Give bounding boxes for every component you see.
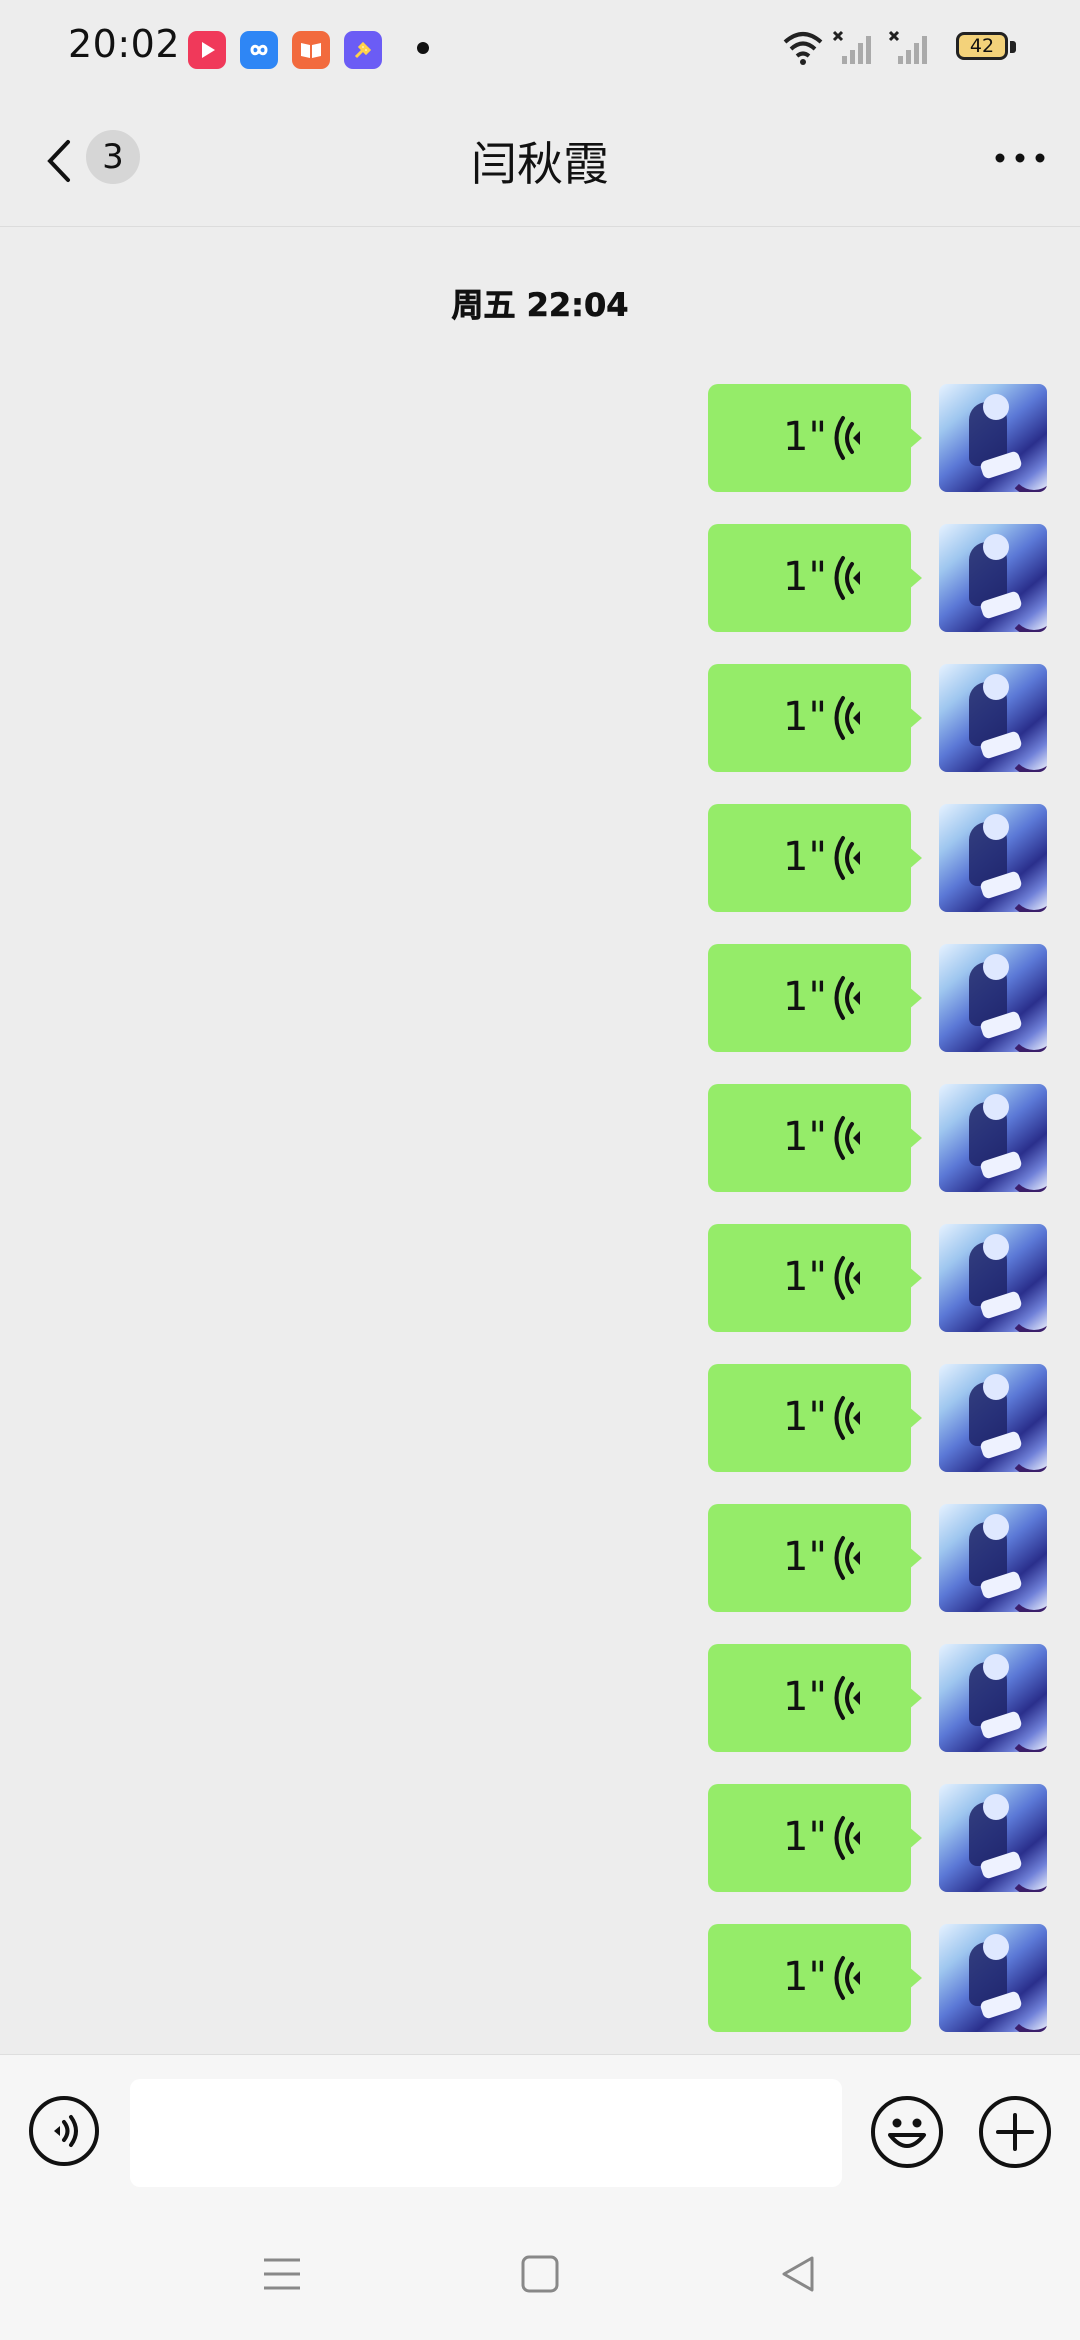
- notification-dot-icon: [417, 42, 429, 54]
- avatar[interactable]: [939, 664, 1047, 772]
- voice-wave-icon: [834, 1116, 860, 1160]
- signal-sim1-icon: [832, 30, 871, 64]
- status-time: 20:02: [68, 22, 181, 66]
- shortcut-app-icon: [344, 31, 382, 69]
- voice-message: 1": [0, 1224, 1080, 1332]
- voice-message: 1": [0, 804, 1080, 912]
- infinity-app-icon: [240, 31, 278, 69]
- avatar[interactable]: [939, 384, 1047, 492]
- voice-message-bubble[interactable]: 1": [708, 664, 911, 772]
- voice-message-bubble[interactable]: 1": [708, 944, 911, 1052]
- voice-duration: 1": [783, 694, 827, 740]
- book-app-icon: [292, 31, 330, 69]
- status-bar: 20:02 42: [0, 0, 1080, 96]
- bubble-tail: [908, 1126, 922, 1150]
- avatar[interactable]: [939, 524, 1047, 632]
- voice-message-bubble[interactable]: 1": [708, 1504, 911, 1612]
- voice-duration: 1": [783, 1254, 827, 1300]
- voice-message: 1": [0, 384, 1080, 492]
- voice-wave-icon: [834, 1676, 860, 1720]
- system-navigation-bar: [0, 2218, 1080, 2340]
- more-options-icon[interactable]: [992, 148, 1048, 168]
- back-nav-icon[interactable]: [776, 2252, 820, 2296]
- voice-message: 1": [0, 1504, 1080, 1612]
- voice-wave-icon: [834, 1396, 860, 1440]
- avatar[interactable]: [939, 1784, 1047, 1892]
- voice-duration: 1": [783, 1114, 827, 1160]
- wifi-icon: [783, 32, 823, 65]
- voice-duration: 1": [783, 1814, 827, 1860]
- voice-duration: 1": [783, 554, 827, 600]
- voice-message-bubble[interactable]: 1": [708, 1924, 911, 2032]
- voice-wave-icon: [834, 1956, 860, 2000]
- chat-title: 闫秋霞: [471, 137, 609, 191]
- message-input[interactable]: [130, 2079, 842, 2187]
- voice-duration: 1": [783, 414, 827, 460]
- voice-message: 1": [0, 1364, 1080, 1472]
- avatar[interactable]: [939, 1224, 1047, 1332]
- voice-duration: 1": [783, 1954, 827, 2000]
- status-indicators: [720, 0, 1080, 96]
- avatar[interactable]: [939, 1364, 1047, 1472]
- voice-duration: 1": [783, 834, 827, 880]
- bubble-tail: [908, 986, 922, 1010]
- voice-wave-icon: [834, 556, 860, 600]
- voice-message-bubble[interactable]: 1": [708, 804, 911, 912]
- battery-level: 42: [969, 35, 995, 57]
- voice-message: 1": [0, 664, 1080, 772]
- video-app-icon: [188, 31, 226, 69]
- voice-duration: 1": [783, 1394, 827, 1440]
- avatar[interactable]: [939, 1644, 1047, 1752]
- voice-message-bubble[interactable]: 1": [708, 1644, 911, 1752]
- signal-sim2-icon: [888, 30, 927, 64]
- chat-header: 3 闫秋霞: [0, 96, 1080, 227]
- voice-duration: 1": [783, 1674, 827, 1720]
- voice-wave-icon: [834, 696, 860, 740]
- battery-nub: [1010, 41, 1016, 53]
- avatar[interactable]: [939, 944, 1047, 1052]
- bubble-tail: [908, 1686, 922, 1710]
- voice-message-bubble[interactable]: 1": [708, 524, 911, 632]
- bubble-tail: [908, 1966, 922, 1990]
- voice-duration: 1": [783, 1534, 827, 1580]
- add-attachment-icon[interactable]: [978, 2095, 1052, 2169]
- voice-wave-icon: [834, 416, 860, 460]
- voice-message-bubble[interactable]: 1": [708, 1224, 911, 1332]
- voice-message: 1": [0, 524, 1080, 632]
- bubble-tail: [908, 1826, 922, 1850]
- avatar[interactable]: [939, 1084, 1047, 1192]
- voice-message-bubble[interactable]: 1": [708, 1364, 911, 1472]
- bubble-tail: [908, 1406, 922, 1430]
- avatar[interactable]: [939, 804, 1047, 912]
- emoji-icon[interactable]: [870, 2095, 944, 2169]
- voice-message: 1": [0, 1784, 1080, 1892]
- voice-message-bubble[interactable]: 1": [708, 1084, 911, 1192]
- input-bar: [0, 2054, 1080, 2219]
- voice-message: 1": [0, 1084, 1080, 1192]
- voice-wave-icon: [834, 1536, 860, 1580]
- battery-icon: 42: [956, 32, 1008, 60]
- voice-duration: 1": [783, 974, 827, 1020]
- message-timestamp: 周五 22:04: [451, 286, 629, 325]
- voice-message: 1": [0, 944, 1080, 1052]
- voice-message-bubble[interactable]: 1": [708, 384, 911, 492]
- voice-message: 1": [0, 1644, 1080, 1752]
- voice-message: 1": [0, 1924, 1080, 2032]
- menu-nav-icon[interactable]: [260, 2252, 304, 2296]
- bubble-tail: [908, 1546, 922, 1570]
- voice-message-bubble[interactable]: 1": [708, 1784, 911, 1892]
- avatar[interactable]: [939, 1504, 1047, 1612]
- voice-wave-icon: [834, 976, 860, 1020]
- bubble-tail: [908, 426, 922, 450]
- voice-wave-icon: [834, 1256, 860, 1300]
- voice-wave-icon: [834, 836, 860, 880]
- bubble-tail: [908, 706, 922, 730]
- bubble-tail: [908, 1266, 922, 1290]
- voice-input-toggle-icon[interactable]: [28, 2095, 100, 2167]
- voice-wave-icon: [834, 1816, 860, 1860]
- bubble-tail: [908, 566, 922, 590]
- avatar[interactable]: [939, 1924, 1047, 2032]
- bubble-tail: [908, 846, 922, 870]
- home-nav-icon[interactable]: [518, 2252, 562, 2296]
